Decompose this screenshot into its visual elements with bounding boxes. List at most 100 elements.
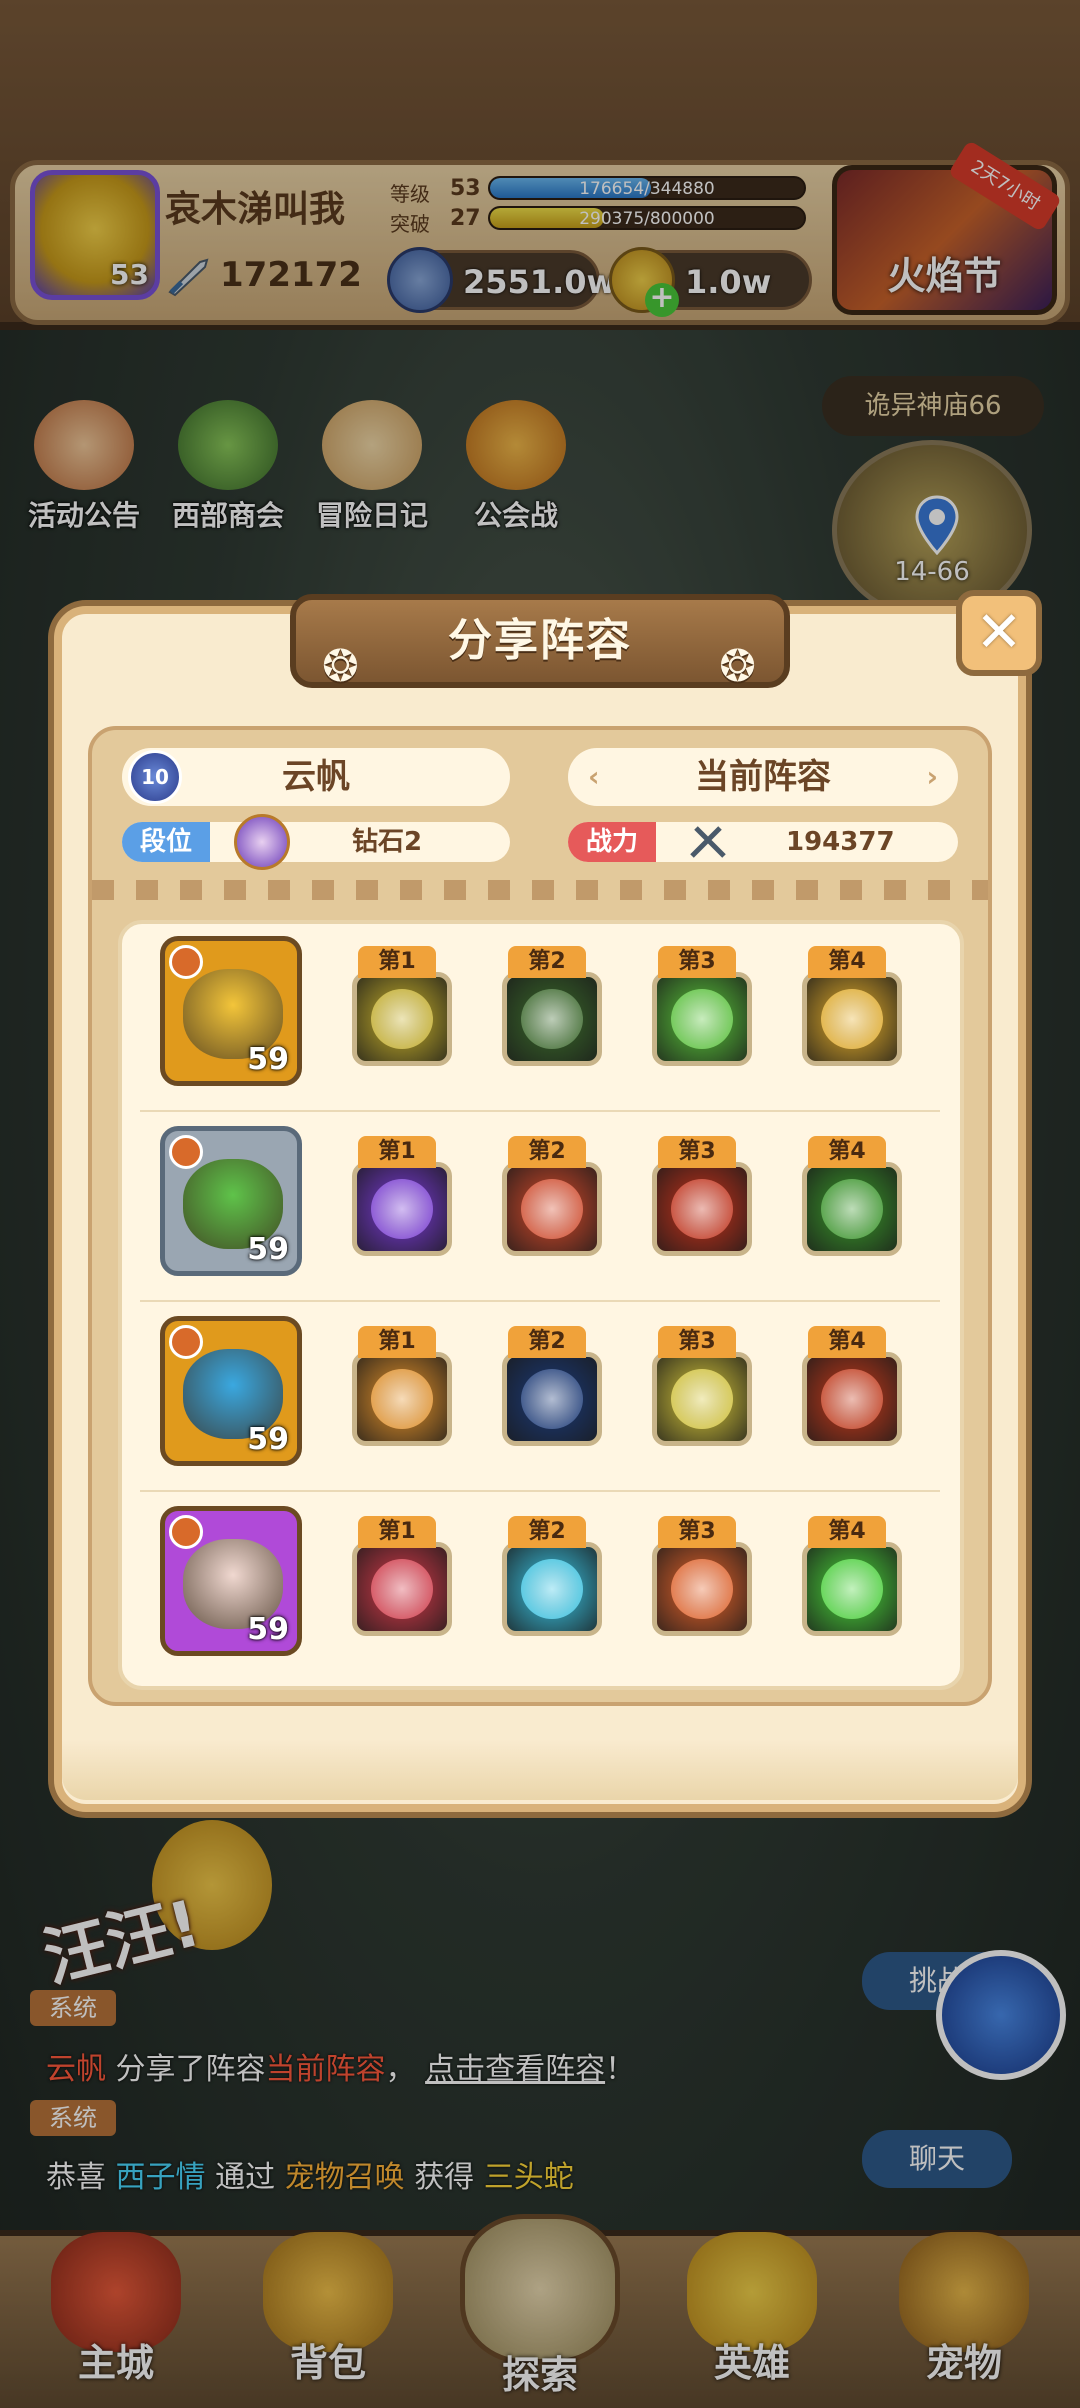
skill-icon xyxy=(802,1162,902,1256)
rank-row: 段位 钻石2 xyxy=(122,814,510,870)
crossed-swords-icon xyxy=(690,826,726,858)
skill-glyph xyxy=(821,1559,883,1619)
skill-glyph xyxy=(821,1179,883,1239)
skill-slot[interactable]: 第3 xyxy=(652,1136,756,1256)
skill-rank-label: 第4 xyxy=(808,1136,886,1168)
skill-slot[interactable]: 第3 xyxy=(652,1326,756,1446)
swirl-right-icon: ❂ xyxy=(719,641,758,692)
skill-slot[interactable]: 第2 xyxy=(502,1136,606,1256)
skill-rank-label: 第1 xyxy=(358,1326,436,1358)
skill-rank-label: 第3 xyxy=(658,1136,736,1168)
hero-class-icon xyxy=(169,1325,203,1359)
skill-rank-label: 第1 xyxy=(358,1516,436,1548)
skill-slot[interactable]: 第3 xyxy=(652,1516,756,1636)
skill-glyph xyxy=(521,989,583,1049)
hero-level: 59 xyxy=(247,1612,289,1647)
player-name-pill: 10 云帆 xyxy=(122,748,510,806)
skill-glyph xyxy=(521,1179,583,1239)
skill-slot[interactable]: 第1 xyxy=(352,946,456,1066)
skill-slot[interactable]: 第1 xyxy=(352,1516,456,1636)
formation-selector[interactable]: ‹ 当前阵容 › xyxy=(568,748,958,806)
skill-glyph xyxy=(521,1369,583,1429)
skill-icon xyxy=(352,1162,452,1256)
skill-glyph xyxy=(371,989,433,1049)
skill-rank-label: 第4 xyxy=(808,1516,886,1548)
skill-slot[interactable]: 第4 xyxy=(802,1326,906,1446)
row-divider xyxy=(140,1110,940,1112)
skill-slot[interactable]: 第4 xyxy=(802,1136,906,1256)
skill-glyph xyxy=(671,1559,733,1619)
skill-icon xyxy=(352,972,452,1066)
skill-rank-label: 第1 xyxy=(358,946,436,978)
skill-icon xyxy=(502,1162,602,1256)
skill-glyph xyxy=(671,1179,733,1239)
hero-level: 59 xyxy=(247,1232,289,1267)
skill-icon xyxy=(802,1542,902,1636)
skill-glyph xyxy=(671,1369,733,1429)
skill-icon xyxy=(802,972,902,1066)
modal-title-bar: ❂ 分享阵容 ❂ xyxy=(290,594,790,692)
skill-slot[interactable]: 第2 xyxy=(502,1516,606,1636)
skill-slot[interactable]: 第1 xyxy=(352,1326,456,1446)
hero-portrait[interactable]: 59 xyxy=(160,936,302,1086)
skill-rank-label: 第2 xyxy=(508,946,586,978)
skill-glyph xyxy=(821,1369,883,1429)
skill-rank-label: 第3 xyxy=(658,1516,736,1548)
close-button[interactable]: ✕ xyxy=(956,590,1042,676)
skill-slot[interactable]: 第2 xyxy=(502,946,606,1066)
skill-rank-label: 第3 xyxy=(658,1326,736,1358)
row-divider xyxy=(140,1490,940,1492)
skill-glyph xyxy=(521,1559,583,1619)
hero-class-icon xyxy=(169,1135,203,1169)
panel-divider xyxy=(92,880,988,900)
skill-glyph xyxy=(671,989,733,1049)
hero-class-icon xyxy=(169,945,203,979)
power-value: 194377 xyxy=(786,827,895,857)
skill-slot[interactable]: 第4 xyxy=(802,1516,906,1636)
hero-portrait[interactable]: 59 xyxy=(160,1316,302,1466)
player-level-badge: 10 xyxy=(128,750,182,804)
skill-icon xyxy=(502,1352,602,1446)
skill-icon xyxy=(502,972,602,1066)
skill-slot[interactable]: 第2 xyxy=(502,1326,606,1446)
swirl-left-icon: ❂ xyxy=(322,641,361,692)
rank-value: 钻石2 xyxy=(352,827,423,857)
skill-icon xyxy=(652,1542,752,1636)
skill-slot[interactable]: 第3 xyxy=(652,946,756,1066)
shared-player-name: 云帆 xyxy=(282,757,350,797)
hero-portrait[interactable]: 59 xyxy=(160,1126,302,1276)
hero-portrait[interactable]: 59 xyxy=(160,1506,302,1656)
skill-icon xyxy=(652,1352,752,1446)
skill-icon xyxy=(652,1162,752,1256)
skill-rank-label: 第2 xyxy=(508,1516,586,1548)
skill-glyph xyxy=(821,989,883,1049)
skill-rank-label: 第2 xyxy=(508,1136,586,1168)
skill-slot[interactable]: 第4 xyxy=(802,946,906,1066)
power-row: 战力 194377 xyxy=(568,822,958,862)
diamond-rank-icon xyxy=(234,814,290,870)
modal-footer-decoration xyxy=(62,1740,1018,1800)
formation-name: 当前阵容 xyxy=(695,757,831,797)
skill-glyph xyxy=(371,1559,433,1619)
hero-class-icon xyxy=(169,1515,203,1549)
close-icon: ✕ xyxy=(975,600,1023,665)
hero-level: 59 xyxy=(247,1422,289,1457)
skill-rank-label: 第4 xyxy=(808,946,886,978)
rank-label: 段位 xyxy=(122,822,211,862)
hero-level: 59 xyxy=(247,1042,289,1077)
skill-rank-label: 第3 xyxy=(658,946,736,978)
skill-icon xyxy=(352,1352,452,1446)
skill-icon xyxy=(652,972,752,1066)
skill-glyph xyxy=(371,1179,433,1239)
row-divider xyxy=(140,1300,940,1302)
skill-slot[interactable]: 第1 xyxy=(352,1136,456,1256)
skill-icon xyxy=(502,1542,602,1636)
prev-arrow-icon[interactable]: ‹ xyxy=(588,748,600,806)
skill-rank-label: 第2 xyxy=(508,1326,586,1358)
skill-icon xyxy=(352,1542,452,1636)
skill-rank-label: 第4 xyxy=(808,1326,886,1358)
modal-title: 分享阵容 xyxy=(448,615,632,666)
skill-rank-label: 第1 xyxy=(358,1136,436,1168)
power-label: 战力 xyxy=(568,822,657,862)
next-arrow-icon[interactable]: › xyxy=(926,748,938,806)
